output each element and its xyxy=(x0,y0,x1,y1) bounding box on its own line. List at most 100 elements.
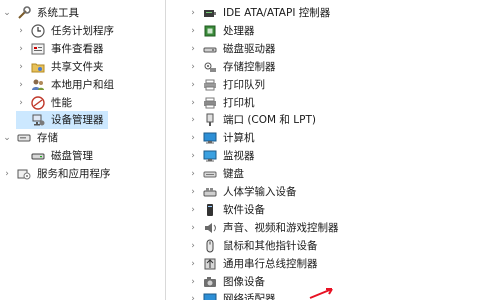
device-category-storage-controllers[interactable]: › 存储控制器 xyxy=(188,58,275,76)
chevron-down-icon[interactable]: ⌄ xyxy=(2,4,12,22)
tree-item-label: 事件查看器 xyxy=(51,43,104,55)
chevron-right-icon[interactable]: › xyxy=(16,58,26,76)
computer-icon xyxy=(202,131,218,145)
chevron-right-icon[interactable]: › xyxy=(188,237,198,255)
chevron-right-icon[interactable]: › xyxy=(188,4,198,22)
chevron-right-icon[interactable]: › xyxy=(16,40,26,58)
tree-item-label: 性能 xyxy=(51,97,72,109)
network-adapter-icon xyxy=(202,292,218,300)
ide-controller-icon xyxy=(202,6,218,20)
chevron-right-icon[interactable]: › xyxy=(188,147,198,165)
tree-item-local-users-groups[interactable]: › 本地用户和组 xyxy=(16,76,114,94)
chevron-right-icon[interactable]: › xyxy=(2,165,12,183)
tree-item-label: 磁盘管理 xyxy=(51,150,93,162)
tree-item-label: 服务和应用程序 xyxy=(37,168,111,180)
tree-item-device-manager[interactable]: › 设备管理器 xyxy=(16,111,108,129)
tree-item-label: 设备管理器 xyxy=(51,114,104,126)
device-category-label: 图像设备 xyxy=(223,276,265,288)
chevron-right-icon[interactable]: › xyxy=(188,76,198,94)
tree-item-label: 存储 xyxy=(37,132,58,144)
device-category-label: 软件设备 xyxy=(223,204,265,216)
device-category-computer[interactable]: › 计算机 xyxy=(188,129,255,147)
chevron-right-icon[interactable]: › xyxy=(188,22,198,40)
device-category-disk-drives[interactable]: › 磁盘驱动器 xyxy=(188,40,276,58)
console-tree-pane[interactable]: ⌄ 系统工具 › 任务计划程序 › 事件查看器 › 共享文件夹 › 本地用户和组 xyxy=(0,0,165,300)
users-groups-icon xyxy=(30,78,46,92)
device-category-label: 键盘 xyxy=(223,168,244,180)
imaging-device-icon xyxy=(202,275,218,289)
chevron-down-icon[interactable]: ⌄ xyxy=(2,129,12,147)
chevron-right-icon[interactable]: › xyxy=(188,58,198,76)
chevron-right-icon[interactable]: › xyxy=(188,40,198,58)
event-viewer-icon xyxy=(30,42,46,56)
tree-item-performance[interactable]: › 性能 xyxy=(16,94,72,112)
port-icon xyxy=(202,113,218,127)
device-category-monitors[interactable]: › 监视器 xyxy=(188,147,255,165)
print-queue-icon xyxy=(202,78,218,92)
disk-drive-icon xyxy=(202,42,218,56)
printer-icon xyxy=(202,96,218,110)
chevron-right-icon[interactable]: › xyxy=(188,129,198,147)
chevron-right-icon[interactable]: › xyxy=(188,111,198,129)
device-category-label: 网络适配器 xyxy=(223,293,276,300)
disk-management-icon xyxy=(30,149,46,163)
tree-item-shared-folders[interactable]: › 共享文件夹 xyxy=(16,58,104,76)
device-category-keyboards[interactable]: › 键盘 xyxy=(188,165,244,183)
device-category-label: 声音、视频和游戏控制器 xyxy=(223,222,339,234)
device-category-processor[interactable]: › 处理器 xyxy=(188,22,254,40)
usb-icon xyxy=(202,257,218,271)
software-device-icon xyxy=(202,203,218,217)
storage-controller-icon xyxy=(202,60,218,74)
device-category-label: 打印机 xyxy=(223,97,255,109)
device-category-label: 鼠标和其他指针设备 xyxy=(223,240,318,252)
chevron-right-icon[interactable]: › xyxy=(188,201,198,219)
annotation-arrow-icon xyxy=(309,288,333,299)
hid-icon xyxy=(202,185,218,199)
device-category-usb[interactable]: › 通用串行总线控制器 xyxy=(188,255,318,273)
tree-item-storage[interactable]: ⌄ 存储 xyxy=(2,129,58,147)
device-category-label: IDE ATA/ATAPI 控制器 xyxy=(223,7,331,19)
device-category-label: 磁盘驱动器 xyxy=(223,43,276,55)
device-category-label: 通用串行总线控制器 xyxy=(223,258,318,270)
tree-item-label: 本地用户和组 xyxy=(51,79,114,91)
tree-item-label: 任务计划程序 xyxy=(51,25,114,37)
device-list-pane[interactable]: › IDE ATA/ATAPI 控制器 › 处理器 › 磁盘驱动器 › 存储控制… xyxy=(166,0,500,300)
system-tools-icon xyxy=(16,6,32,20)
chevron-right-icon[interactable]: › xyxy=(188,165,198,183)
chevron-right-icon[interactable]: › xyxy=(188,183,198,201)
device-category-software-devices[interactable]: › 软件设备 xyxy=(188,201,265,219)
tree-item-task-scheduler[interactable]: › 任务计划程序 xyxy=(16,22,114,40)
device-category-ide[interactable]: › IDE ATA/ATAPI 控制器 xyxy=(188,4,330,22)
chevron-right-icon[interactable]: › xyxy=(16,22,26,40)
processor-icon xyxy=(202,24,218,38)
device-category-sound[interactable]: › 声音、视频和游戏控制器 xyxy=(188,219,339,237)
device-manager-icon xyxy=(30,113,46,127)
chevron-right-icon[interactable]: › xyxy=(188,94,198,112)
mouse-icon xyxy=(202,239,218,253)
tree-item-system-tools[interactable]: ⌄ 系统工具 xyxy=(2,4,79,22)
sound-icon xyxy=(202,221,218,235)
chevron-right-icon[interactable]: › xyxy=(188,290,198,300)
device-category-print-queues[interactable]: › 打印队列 xyxy=(188,76,265,94)
device-category-label: 计算机 xyxy=(223,132,255,144)
chevron-right-icon[interactable]: › xyxy=(188,219,198,237)
device-category-imaging[interactable]: › 图像设备 xyxy=(188,273,265,291)
tree-item-label: 共享文件夹 xyxy=(51,61,104,73)
tree-item-disk-management[interactable]: › 磁盘管理 xyxy=(16,147,93,165)
device-category-ports[interactable]: › 端口 (COM 和 LPT) xyxy=(188,111,316,129)
device-category-hid[interactable]: › 人体学输入设备 xyxy=(188,183,296,201)
monitor-icon xyxy=(202,149,218,163)
chevron-right-icon[interactable]: › xyxy=(16,94,26,112)
device-category-mice[interactable]: › 鼠标和其他指针设备 xyxy=(188,237,318,255)
chevron-right-icon[interactable]: › xyxy=(188,273,198,291)
chevron-right-icon[interactable]: › xyxy=(188,255,198,273)
device-category-label: 监视器 xyxy=(223,150,255,162)
chevron-right-icon[interactable]: › xyxy=(16,76,26,94)
device-category-label: 打印队列 xyxy=(223,79,265,91)
device-category-network-adapters[interactable]: › 网络适配器 xyxy=(188,290,276,300)
task-scheduler-icon xyxy=(30,24,46,38)
shared-folders-icon xyxy=(30,60,46,74)
tree-item-event-viewer[interactable]: › 事件查看器 xyxy=(16,40,104,58)
device-category-printers[interactable]: › 打印机 xyxy=(188,94,255,112)
tree-item-services-apps[interactable]: › 服务和应用程序 xyxy=(2,165,111,183)
